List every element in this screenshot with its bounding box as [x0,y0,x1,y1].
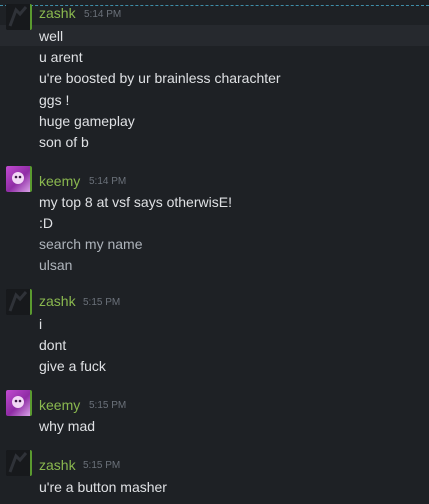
author-name[interactable]: zashk [39,5,76,21]
message-line: dont [39,337,67,353]
timestamp: 5:15 PM [83,460,121,471]
message-line: huge gameplay [39,113,135,129]
message-line: u arent [39,49,83,65]
message-line: well [39,28,64,44]
timestamp: 5:15 PM [83,297,121,308]
timestamp: 5:14 PM [84,9,122,20]
message-line: ulsan [39,257,73,273]
author-name[interactable]: keemy [39,397,80,413]
avatar[interactable] [6,390,32,416]
message-line: why mad [39,418,96,434]
message-line: u're a button masher [39,479,167,495]
message-line: give a fuck [39,358,106,374]
message-line: ggs ! [39,92,70,108]
author-name[interactable]: keemy [39,173,80,189]
avatar[interactable] [6,289,32,315]
avatar[interactable] [6,166,32,192]
message-line: :D [39,215,53,231]
timestamp: 5:15 PM [89,400,127,411]
message-line: i [39,316,43,332]
message-line: u're boosted by ur brainless charachter [39,70,281,86]
author-name[interactable]: zashk [39,457,76,473]
avatar[interactable] [6,4,32,30]
hovered-message-row[interactable] [0,25,429,46]
message-line: my top 8 at vsf says otherwisE! [39,194,232,210]
author-name[interactable]: zashk [39,293,76,309]
message-line: son of b [39,134,89,150]
message-line: search my name [39,236,143,252]
timestamp: 5:14 PM [89,176,127,187]
avatar[interactable] [6,450,32,476]
